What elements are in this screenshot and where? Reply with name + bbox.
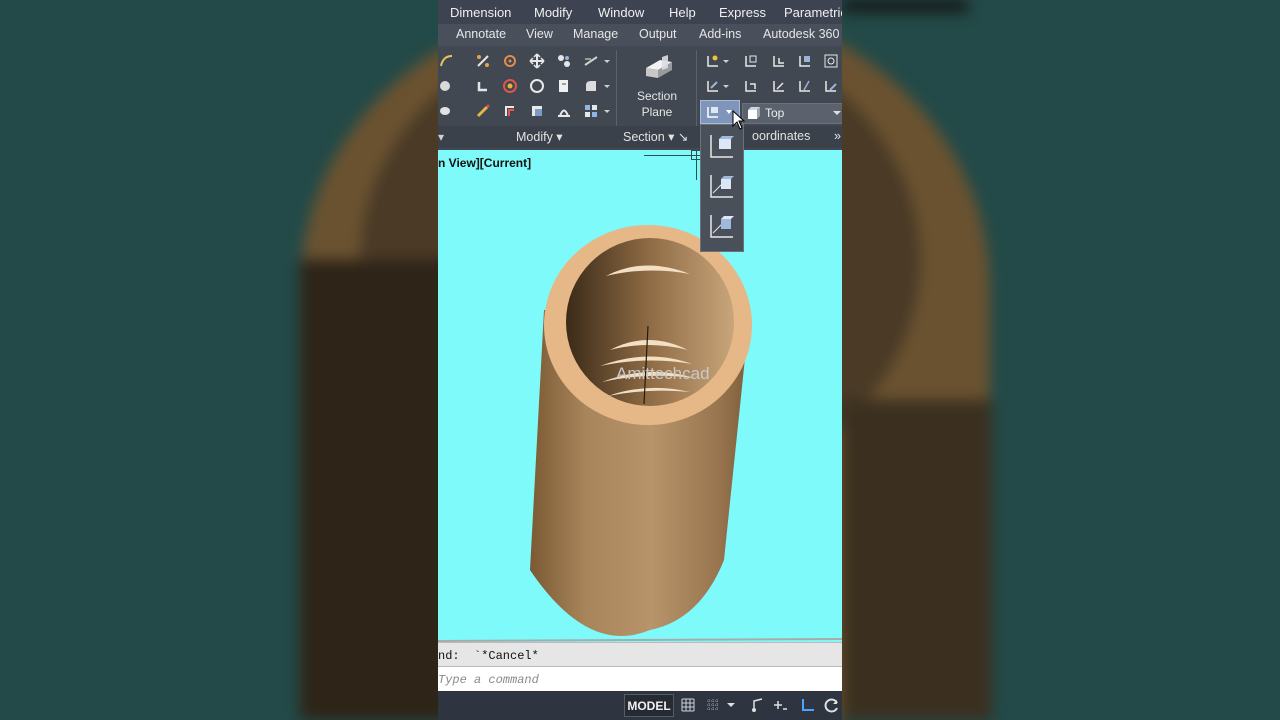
tab-manage[interactable]: Manage [573, 27, 618, 41]
flyout-item-ucs-top[interactable] [707, 171, 737, 201]
ucs-x-icon[interactable] [770, 77, 788, 95]
tab-output[interactable]: Output [639, 27, 677, 41]
grid-icon[interactable] [680, 697, 696, 713]
ucs-face-icon[interactable] [796, 52, 814, 70]
command-placeholder: Type a command [438, 673, 539, 687]
chevron-down-icon[interactable] [602, 52, 612, 70]
command-history: nd: `*Cancel* [438, 642, 842, 667]
scale-icon[interactable] [582, 52, 600, 70]
circle-fill-icon[interactable] [438, 77, 456, 95]
section-plane-button[interactable]: Section Plane [622, 50, 692, 122]
ribbon: Section Plane Top ▾ Modify ▾ Section ▾ ↘… [438, 46, 842, 150]
ucs-named-icon [707, 107, 718, 118]
ucs-top-icon [710, 175, 734, 198]
chevron-down-icon[interactable] [602, 102, 612, 120]
ucs-object-icon[interactable] [822, 52, 840, 70]
solid-edit-icon[interactable] [582, 77, 600, 95]
menu-window[interactable]: Window [598, 5, 644, 20]
menu-dimension[interactable]: Dimension [450, 5, 511, 20]
menu-bar: Dimension Modify Window Help Express Par… [438, 0, 842, 24]
snap-icon[interactable] [705, 697, 721, 713]
fillet-icon[interactable] [474, 77, 492, 95]
ucs-world-icon[interactable] [742, 52, 760, 70]
pipe-model [438, 225, 842, 642]
ucs-y-icon[interactable] [796, 77, 814, 95]
menu-parametric[interactable]: Parametric [784, 5, 842, 20]
command-input[interactable]: Type a command [438, 666, 842, 692]
video-watermark: Amittechcad [616, 364, 710, 383]
panel-coordinates-label[interactable]: oordinates [752, 129, 810, 143]
autocad-window: Dimension Modify Window Help Express Par… [438, 0, 842, 720]
trim-icon[interactable] [474, 52, 492, 70]
command-history-text: nd: `*Cancel* [438, 649, 539, 663]
grid-array-icon[interactable] [582, 102, 600, 120]
model-space-button[interactable]: MODEL [624, 694, 674, 717]
drawing-viewport[interactable]: n View][Current] Amittechcad [438, 150, 842, 642]
chevron-down-icon[interactable] [722, 77, 730, 95]
ortho-icon[interactable] [800, 697, 816, 713]
pencil-icon[interactable] [474, 102, 492, 120]
array-icon[interactable] [555, 52, 573, 70]
section-plane-icon [646, 55, 672, 78]
ucs-origin-icon[interactable] [704, 77, 722, 95]
tab-view[interactable]: View [526, 27, 553, 41]
chevron-down-icon[interactable] [722, 52, 730, 70]
tab-annotate[interactable]: Annotate [456, 27, 506, 41]
section-plane-label-line1: Section [636, 89, 678, 103]
circle-icon[interactable] [528, 77, 546, 95]
offset-icon[interactable] [501, 102, 519, 120]
menu-modify[interactable]: Modify [534, 5, 572, 20]
move-icon[interactable] [528, 52, 546, 70]
view-combo-top[interactable]: Top [742, 103, 842, 124]
flyout-item-ucs-side[interactable] [707, 211, 737, 241]
copy-icon[interactable] [555, 77, 573, 95]
chevron-down-icon[interactable] [726, 697, 736, 713]
section-plane-label-line2: Plane [641, 105, 673, 119]
status-bar: MODEL [438, 691, 842, 720]
stretch-icon[interactable] [528, 102, 546, 120]
ribbon-tab-bar: Annotate View Manage Output Add-ins Auto… [438, 24, 842, 46]
left-panel-arrow: ▾ [438, 130, 445, 144]
ribbon-separator [616, 50, 617, 126]
chevron-down-icon [833, 111, 841, 115]
ucs-front-icon [710, 135, 734, 158]
ucs-icon[interactable] [704, 52, 722, 70]
dynamic-input-icon[interactable] [772, 697, 788, 713]
explode-icon[interactable] [501, 77, 519, 95]
region-icon[interactable] [438, 102, 456, 120]
ucs-flyout-menu [700, 124, 744, 252]
panel-more-label[interactable]: » [834, 129, 841, 143]
ucs-z-icon[interactable] [822, 77, 840, 95]
tab-add-ins[interactable]: Add-ins [699, 27, 741, 41]
menu-express[interactable]: Express [719, 5, 766, 20]
bg-pipe-body-left [300, 260, 460, 720]
flyout-item-ucs-front[interactable] [707, 131, 737, 161]
mouse-cursor [732, 110, 746, 130]
ucs-side-icon [710, 215, 734, 238]
chevron-down-icon[interactable] [602, 77, 612, 95]
panel-modify-label[interactable]: Modify ▾ [516, 129, 563, 144]
mirror-icon[interactable] [555, 102, 573, 120]
ribbon-separator [696, 50, 697, 126]
view-combo-label: Top [765, 106, 785, 120]
ground-line [438, 638, 842, 642]
tab-autodesk-360[interactable]: Autodesk 360 [763, 27, 839, 41]
arc-icon[interactable] [438, 52, 456, 70]
polar-tracking-icon[interactable] [824, 697, 840, 713]
panel-section-label[interactable]: Section ▾ ↘ [623, 129, 688, 144]
infer-constraints-icon[interactable] [750, 697, 766, 713]
rotate-icon[interactable] [501, 52, 519, 70]
ucs-view-icon[interactable] [742, 77, 760, 95]
menu-help[interactable]: Help [669, 5, 696, 20]
bg-pipe-body-right [842, 400, 992, 720]
ucs-previous-icon[interactable] [770, 52, 788, 70]
bg-top-strip [842, 0, 968, 12]
view-cube-icon [748, 107, 760, 119]
